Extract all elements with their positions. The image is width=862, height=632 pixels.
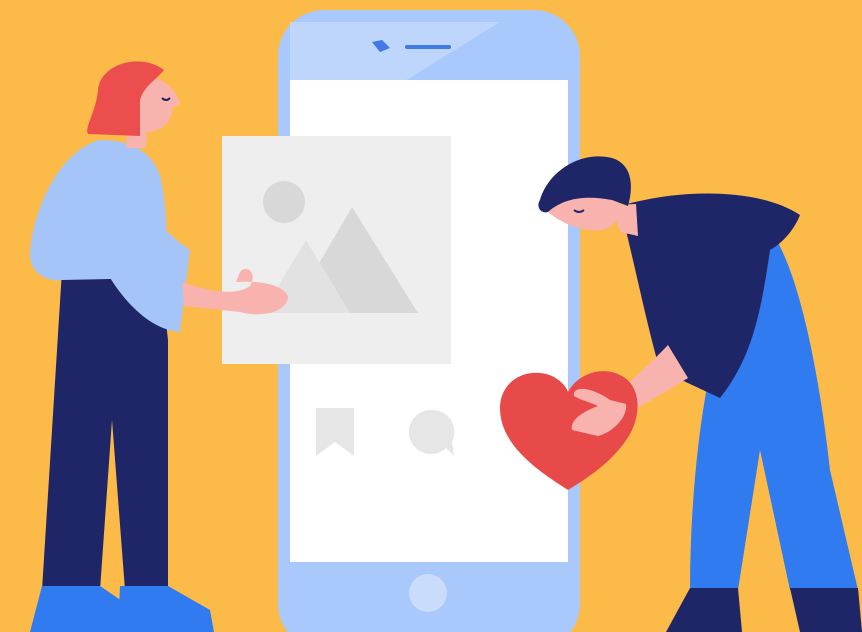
home-button[interactable] bbox=[409, 574, 447, 612]
phone-speaker bbox=[405, 45, 451, 49]
image-icon-sun bbox=[263, 181, 305, 223]
man-shoe-right bbox=[790, 588, 862, 632]
image-card bbox=[222, 136, 451, 364]
illustration bbox=[0, 0, 862, 632]
